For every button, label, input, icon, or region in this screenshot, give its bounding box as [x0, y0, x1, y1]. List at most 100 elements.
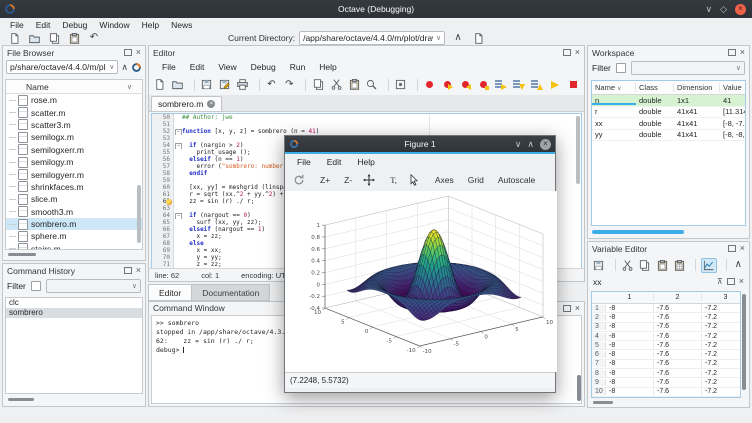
- chevron-down-icon[interactable]: ∨: [106, 63, 114, 71]
- close-button[interactable]: ×: [735, 4, 746, 15]
- file-item-scatter3[interactable]: scatter3.m: [6, 119, 142, 131]
- figure-close-button[interactable]: ×: [540, 139, 551, 150]
- menu-help[interactable]: Help: [136, 19, 165, 31]
- close-variable-icon[interactable]: ×: [739, 277, 744, 286]
- file-list-vscrollbar[interactable]: [137, 185, 141, 243]
- menu-file[interactable]: File: [4, 19, 30, 31]
- close-panel-icon[interactable]: ×: [740, 48, 745, 57]
- workspace-header-value[interactable]: Value: [720, 83, 746, 92]
- next-breakpoint-button[interactable]: [441, 78, 455, 91]
- variable-grid-row-8[interactable]: 8-8-7.6-7.2: [592, 369, 740, 378]
- menu-news[interactable]: News: [165, 19, 198, 31]
- file-list-hscrollbar[interactable]: [8, 253, 36, 256]
- zoom-in-tool[interactable]: Z+: [315, 173, 335, 187]
- continue-button[interactable]: [548, 78, 562, 91]
- close-panel-icon[interactable]: ×: [740, 244, 745, 253]
- undo-button[interactable]: ↶: [264, 78, 278, 91]
- copy-button[interactable]: [638, 259, 652, 272]
- variable-grid-row-11[interactable]: 11-8-7.6-7.2: [592, 397, 740, 398]
- editor-menu-help[interactable]: Help: [312, 62, 343, 72]
- save-button[interactable]: [592, 259, 606, 272]
- text-tool[interactable]: T,: [385, 173, 402, 187]
- figure-canvas[interactable]: [285, 191, 557, 372]
- browser-up-button[interactable]: ∧: [121, 63, 128, 72]
- editor-menu-file[interactable]: File: [155, 62, 183, 72]
- file-item-sphere[interactable]: sphere.m: [6, 230, 142, 242]
- undo-button[interactable]: ↶: [86, 32, 102, 45]
- variable-editor-vscrollbar[interactable]: [742, 294, 746, 390]
- axes-button[interactable]: Axes: [430, 173, 459, 187]
- step-button[interactable]: [494, 78, 508, 91]
- float-panel-icon[interactable]: [728, 245, 736, 252]
- breakpoint-marker[interactable]: [166, 199, 172, 205]
- variable-grid-row-2[interactable]: 2-8-7.6-7.2: [592, 313, 740, 322]
- file-item-slice[interactable]: slice.m: [6, 193, 142, 205]
- redo-button[interactable]: ↷: [282, 78, 296, 91]
- menu-edit[interactable]: Edit: [30, 19, 57, 31]
- menu-window[interactable]: Window: [93, 19, 135, 31]
- cut-button[interactable]: [620, 259, 634, 272]
- file-item-semilogy[interactable]: semilogy.m: [6, 156, 142, 168]
- toggle-breakpoint-button[interactable]: [423, 78, 437, 91]
- tab-editor[interactable]: Editor: [148, 284, 192, 301]
- close-panel-icon[interactable]: ×: [136, 266, 141, 275]
- float-panel-icon[interactable]: [563, 305, 571, 312]
- editor-vscrollbar[interactable]: [576, 116, 580, 184]
- variable-grid-row-4[interactable]: 4-8-7.6-7.2: [592, 332, 740, 341]
- variable-grid-row-1[interactable]: 1-8-7.6-7.2: [592, 304, 740, 313]
- file-item-rose[interactable]: rose.m: [6, 94, 142, 106]
- file-item-scatter[interactable]: scatter.m: [6, 106, 142, 118]
- directory-up-button[interactable]: ∧: [450, 32, 466, 45]
- float-panel-icon[interactable]: [124, 267, 132, 274]
- copy-button[interactable]: [46, 32, 62, 45]
- workspace-header-class[interactable]: Class: [636, 83, 674, 92]
- figure-titlebar[interactable]: Figure 1 ∨ ∧ ×: [285, 136, 555, 152]
- tab-sombrero[interactable]: sombrero.m ×: [151, 96, 222, 111]
- editor-menu-run[interactable]: Run: [283, 62, 313, 72]
- sync-browser-directory-button[interactable]: [131, 62, 142, 73]
- zoom-out-tool[interactable]: Z-: [339, 173, 357, 187]
- float-panel-icon[interactable]: [124, 49, 132, 56]
- up-button[interactable]: ∧: [732, 259, 746, 272]
- workspace-row-yy[interactable]: yydouble41x41[-8, -8, -: [592, 130, 745, 142]
- rotate-tool[interactable]: [291, 174, 307, 187]
- open-file-button[interactable]: [26, 32, 42, 45]
- workspace-header-dimension[interactable]: Dimension: [674, 83, 720, 92]
- step-out-button[interactable]: [530, 78, 544, 91]
- float-panel-icon[interactable]: [563, 49, 571, 56]
- maximize-button[interactable]: ◇: [720, 5, 727, 14]
- new-script-button[interactable]: [6, 32, 22, 45]
- file-browser-name-header[interactable]: Name ∨: [6, 80, 142, 94]
- editor-menu-edit[interactable]: Edit: [183, 62, 212, 72]
- dock-icon[interactable]: ⊼: [717, 277, 723, 286]
- select-tool[interactable]: [406, 174, 422, 187]
- menu-debug[interactable]: Debug: [56, 19, 93, 31]
- variable-grid-row-10[interactable]: 10-8-7.6-7.2: [592, 388, 740, 397]
- new-script-button[interactable]: [153, 78, 167, 91]
- file-browser-path-combo[interactable]: p/share/octave/4.4.0/m/plot/draw ∨: [6, 60, 118, 74]
- figure-window[interactable]: Figure 1 ∨ ∧ × FileEditHelp Z+Z-T,AxesGr…: [284, 135, 556, 393]
- command-window-vscrollbar[interactable]: [577, 375, 581, 401]
- workspace-hscrollbar[interactable]: [592, 230, 684, 234]
- float-panel-icon[interactable]: [727, 278, 735, 285]
- close-panel-icon[interactable]: ×: [575, 48, 580, 57]
- code-line[interactable]: 52−function [x, y, z] = sombrero (n = 41…: [152, 128, 581, 135]
- chevron-down-icon[interactable]: ∨: [433, 34, 441, 42]
- paste-button[interactable]: [347, 78, 361, 91]
- file-item-sombrero[interactable]: sombrero.m: [6, 218, 142, 230]
- paste-button[interactable]: [655, 259, 669, 272]
- variable-tab-xx[interactable]: xx: [593, 277, 602, 287]
- stop-button[interactable]: [566, 78, 580, 91]
- history-item-clc[interactable]: clc: [6, 298, 142, 308]
- save-button[interactable]: [200, 78, 214, 91]
- pan-tool[interactable]: [361, 174, 377, 187]
- plot-button[interactable]: [701, 258, 717, 273]
- print-button[interactable]: [236, 78, 250, 91]
- workspace-header-name[interactable]: Name ∨: [592, 83, 636, 92]
- variable-grid-col-3[interactable]: 3: [702, 294, 741, 301]
- figure-menu-file[interactable]: File: [289, 157, 319, 167]
- figure-menu-help[interactable]: Help: [349, 157, 382, 167]
- workspace-header-row[interactable]: Name ∨ClassDimensionValue: [592, 81, 745, 95]
- paste-button[interactable]: [66, 32, 82, 45]
- figure-maximize-button[interactable]: ∧: [527, 140, 534, 149]
